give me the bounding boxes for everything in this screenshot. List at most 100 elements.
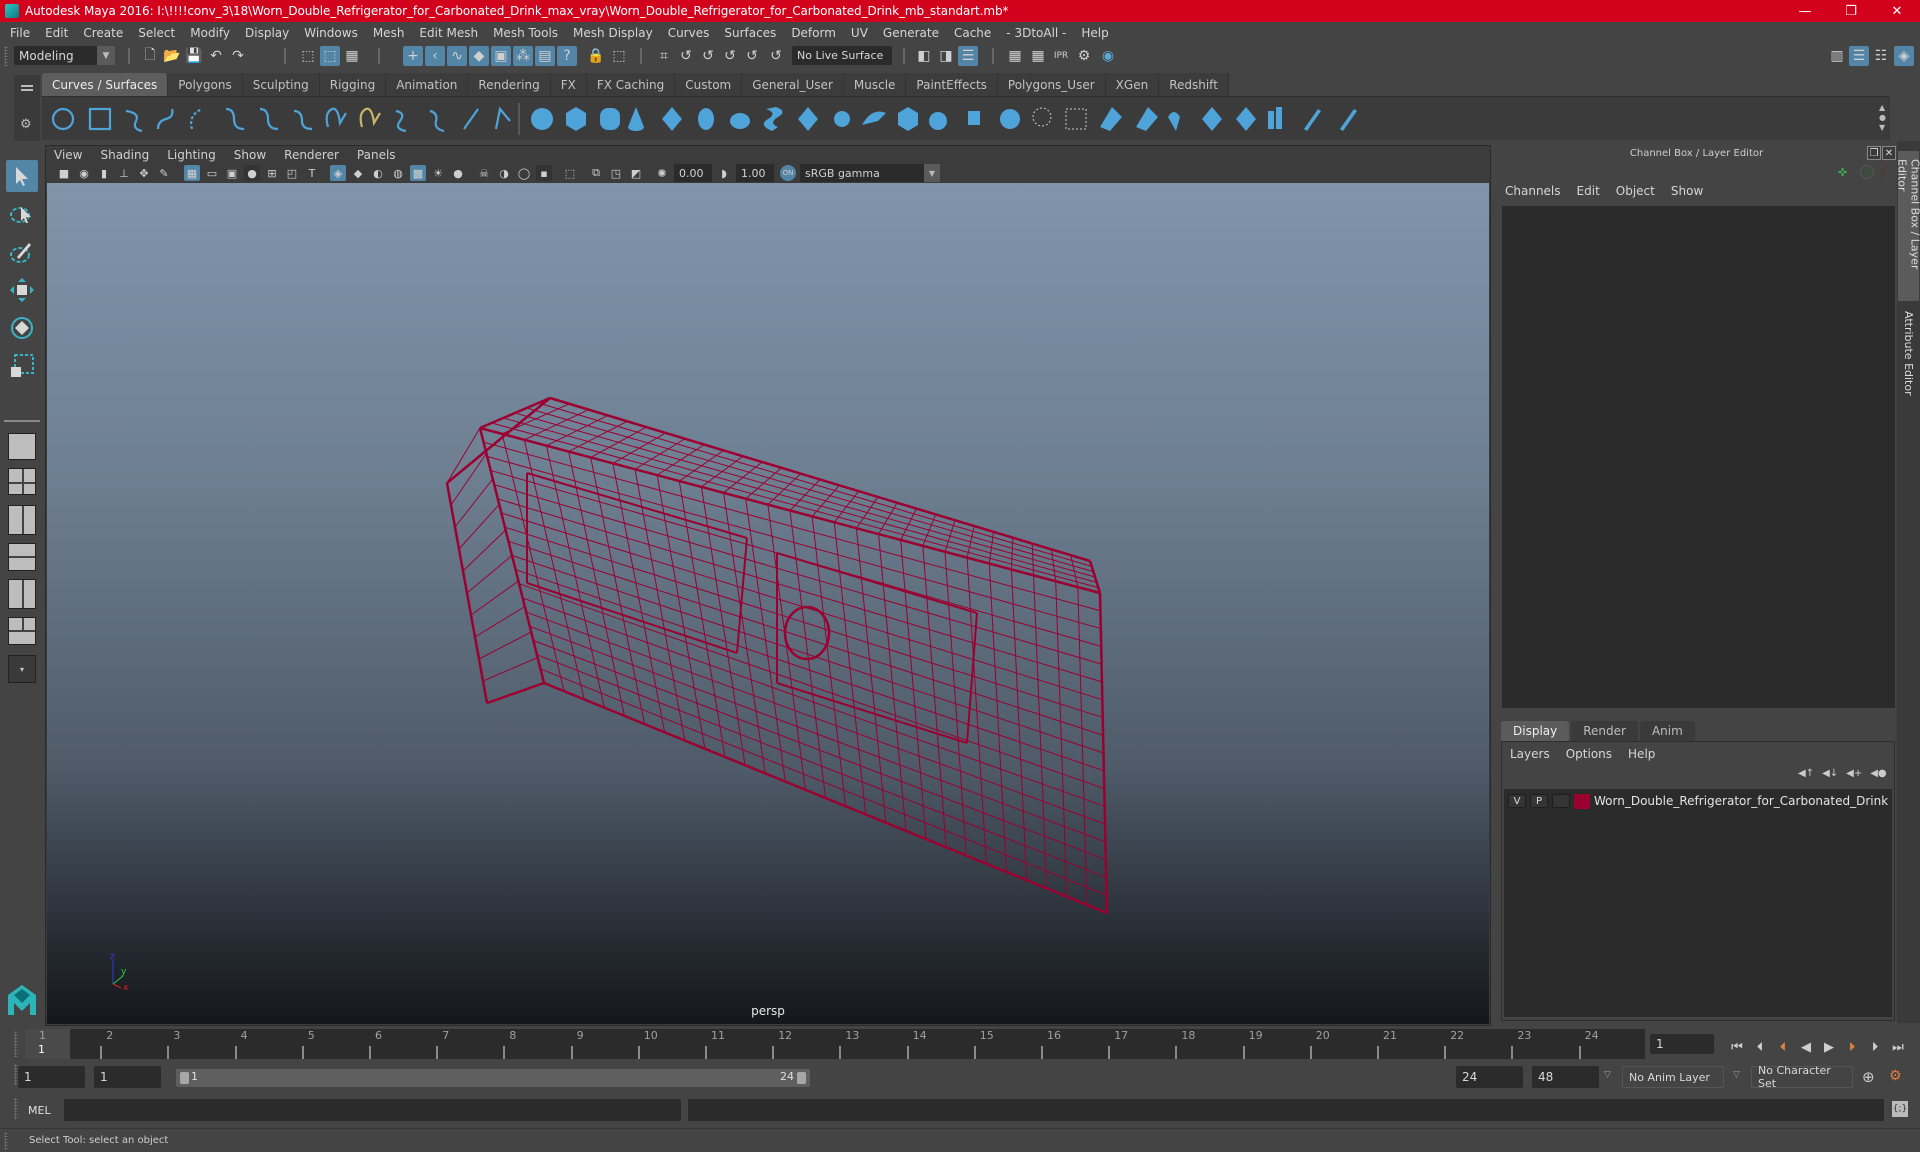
- help-menu[interactable]: Help: [1628, 747, 1655, 763]
- lasso-tool-icon[interactable]: [6, 198, 38, 230]
- live-surface-field[interactable]: No Live Surface: [792, 46, 892, 65]
- refrigerator-wireframe-model[interactable]: [47, 183, 1489, 1024]
- close-button[interactable]: ✕: [1874, 0, 1920, 22]
- character-set-chevron-icon[interactable]: ▽: [1733, 1070, 1740, 1080]
- menu-mesh[interactable]: Mesh: [373, 26, 405, 40]
- shelf-settings-gear-icon[interactable]: ⚙: [20, 117, 32, 132]
- animation-preferences-icon[interactable]: ⚙: [1889, 1068, 1902, 1084]
- modeling-toolkit-icon[interactable]: ▥: [1827, 46, 1847, 66]
- menu-display[interactable]: Display: [245, 26, 289, 40]
- step-forward-frame-icon[interactable]: ⏵: [1866, 1038, 1884, 1056]
- shelf-tab-fx[interactable]: FX: [550, 73, 587, 96]
- menu-help[interactable]: Help: [1081, 26, 1108, 40]
- image-plane-icon[interactable]: ⊥: [116, 165, 132, 181]
- timeline-grip[interactable]: [14, 1031, 18, 1057]
- play-forwards-icon[interactable]: ▶: [1820, 1038, 1838, 1056]
- camera-attributes-icon[interactable]: ◉: [76, 165, 92, 181]
- layer-color-swatch[interactable]: [1574, 793, 1590, 809]
- toolbar-grip[interactable]: [4, 46, 8, 66]
- shadows-icon[interactable]: ☀: [430, 165, 446, 181]
- input-ops-icon[interactable]: ◧: [914, 46, 934, 66]
- undo-icon[interactable]: ↶: [206, 46, 226, 66]
- tool-settings-toggle-icon[interactable]: ☷: [1871, 46, 1891, 66]
- go-to-start-icon[interactable]: ⏮: [1728, 1038, 1746, 1056]
- select-handles-icon[interactable]: +: [403, 46, 423, 66]
- rotate-tool-icon[interactable]: [6, 312, 38, 344]
- render-current-icon[interactable]: ▦: [1028, 46, 1048, 66]
- pin-icon[interactable]: ╱: [1880, 164, 1894, 180]
- auto-key-icon[interactable]: ⊕: [1862, 1068, 1875, 1086]
- new-layer-from-selected-icon[interactable]: ◀●: [1870, 768, 1886, 779]
- menu-surfaces[interactable]: Surfaces: [724, 26, 776, 40]
- menu-modify[interactable]: Modify: [190, 26, 230, 40]
- select-joints-icon[interactable]: ‹: [425, 46, 445, 66]
- shelf-tab-rigging[interactable]: Rigging: [319, 73, 387, 96]
- menu-mesh-display[interactable]: Mesh Display: [573, 26, 653, 40]
- shelf-scroll-arrows[interactable]: ▲ ● ▼: [1879, 103, 1886, 133]
- viewport-menu-shading[interactable]: Shading: [100, 148, 149, 162]
- move-layer-up-icon[interactable]: ◀↑: [1798, 768, 1814, 779]
- gamma-field[interactable]: 1.00: [736, 164, 774, 182]
- highlight-selection-icon[interactable]: ⬚: [609, 46, 629, 66]
- save-scene-icon[interactable]: 💾: [184, 46, 204, 66]
- layer-display-type-toggle[interactable]: [1552, 794, 1570, 808]
- shelf-tab-animation[interactable]: Animation: [386, 73, 469, 96]
- script-language-toggle[interactable]: MEL: [28, 1104, 51, 1117]
- new-empty-layer-icon[interactable]: ◀+: [1846, 768, 1862, 779]
- range-end-handle[interactable]: [797, 1072, 806, 1084]
- time-slider[interactable]: 1 1 2 3 4 5 6 7 8 9 10 11 12 13 14 15 16 17 18 19 20 21 22 23 2…: [25, 1029, 1645, 1059]
- menu-deform[interactable]: Deform: [791, 26, 836, 40]
- restore-button[interactable]: ❐: [1828, 0, 1874, 22]
- snap-view-plane-icon[interactable]: ↺: [742, 46, 762, 66]
- resolution-gate-icon[interactable]: ▣: [224, 165, 240, 181]
- shelf-tab-redshift[interactable]: Redshift: [1159, 73, 1229, 96]
- select-component-icon[interactable]: ▦: [342, 46, 362, 66]
- animation-end-field[interactable]: 48: [1532, 1066, 1599, 1088]
- animation-start-field[interactable]: 1: [18, 1066, 85, 1088]
- close-panel-icon[interactable]: ✕: [1882, 146, 1896, 160]
- exposure-icon[interactable]: ✺: [654, 165, 670, 181]
- viewport-menu-show[interactable]: Show: [234, 148, 266, 162]
- play-backwards-icon[interactable]: ◀: [1797, 1038, 1815, 1056]
- menu-3dtoall[interactable]: - 3DtoAll -: [1006, 26, 1066, 40]
- open-scene-icon[interactable]: 📂: [162, 46, 182, 66]
- layer-name[interactable]: Worn_Double_Refrigerator_for_Carbonated_…: [1594, 794, 1888, 808]
- shelf-tab-fx-caching[interactable]: FX Caching: [586, 73, 676, 96]
- four-view-layout-button[interactable]: [8, 468, 36, 495]
- shelf-tab-custom[interactable]: Custom: [675, 73, 743, 96]
- gate-mask-icon[interactable]: ●: [244, 165, 260, 181]
- menu-create[interactable]: Create: [83, 26, 123, 40]
- viewport-menu-panels[interactable]: Panels: [357, 148, 396, 162]
- current-time-marker[interactable]: [25, 1029, 70, 1059]
- textured-icon[interactable]: ◍: [390, 165, 406, 181]
- color-space-dropdown[interactable]: sRGB gamma ▼: [800, 164, 940, 182]
- output-ops-icon[interactable]: ◨: [936, 46, 956, 66]
- select-curves-icon[interactable]: ∿: [447, 46, 467, 66]
- translate-icon[interactable]: [1860, 165, 1874, 179]
- select-camera-icon[interactable]: ■: [56, 165, 72, 181]
- current-frame-field[interactable]: 1: [1650, 1034, 1714, 1054]
- command-input[interactable]: [64, 1099, 681, 1121]
- scale-tool-icon[interactable]: [6, 350, 38, 382]
- hypershade-persp-layout-button[interactable]: [8, 579, 36, 609]
- grease-pencil-icon[interactable]: ✎: [156, 165, 172, 181]
- xray-icon[interactable]: ⬚: [562, 165, 578, 181]
- viewport-menu-lighting[interactable]: Lighting: [167, 148, 216, 162]
- menu-edit-mesh[interactable]: Edit Mesh: [419, 26, 478, 40]
- menu-file[interactable]: File: [10, 26, 30, 40]
- edit-menu[interactable]: Edit: [1577, 184, 1600, 202]
- xray-joints-icon[interactable]: ⧉: [588, 165, 604, 181]
- channels-menu[interactable]: Channels: [1505, 184, 1561, 202]
- shelf-tab-muscle[interactable]: Muscle: [843, 73, 907, 96]
- menu-cache[interactable]: Cache: [954, 26, 991, 40]
- channel-box-list[interactable]: [1502, 206, 1895, 708]
- range-slider[interactable]: 1 24: [176, 1069, 810, 1087]
- color-management-toggle-icon[interactable]: ON: [780, 165, 796, 181]
- layout-more-button[interactable]: ▾: [8, 655, 36, 683]
- tab-anim[interactable]: Anim: [1639, 721, 1695, 741]
- range-start-handle[interactable]: [180, 1072, 189, 1084]
- side-tab-attribute-editor[interactable]: Attribute Editor: [1898, 303, 1919, 403]
- layer-playback-toggle[interactable]: P: [1530, 794, 1548, 808]
- render-view-icon[interactable]: ▦: [1005, 46, 1025, 66]
- object-menu[interactable]: Object: [1616, 184, 1655, 202]
